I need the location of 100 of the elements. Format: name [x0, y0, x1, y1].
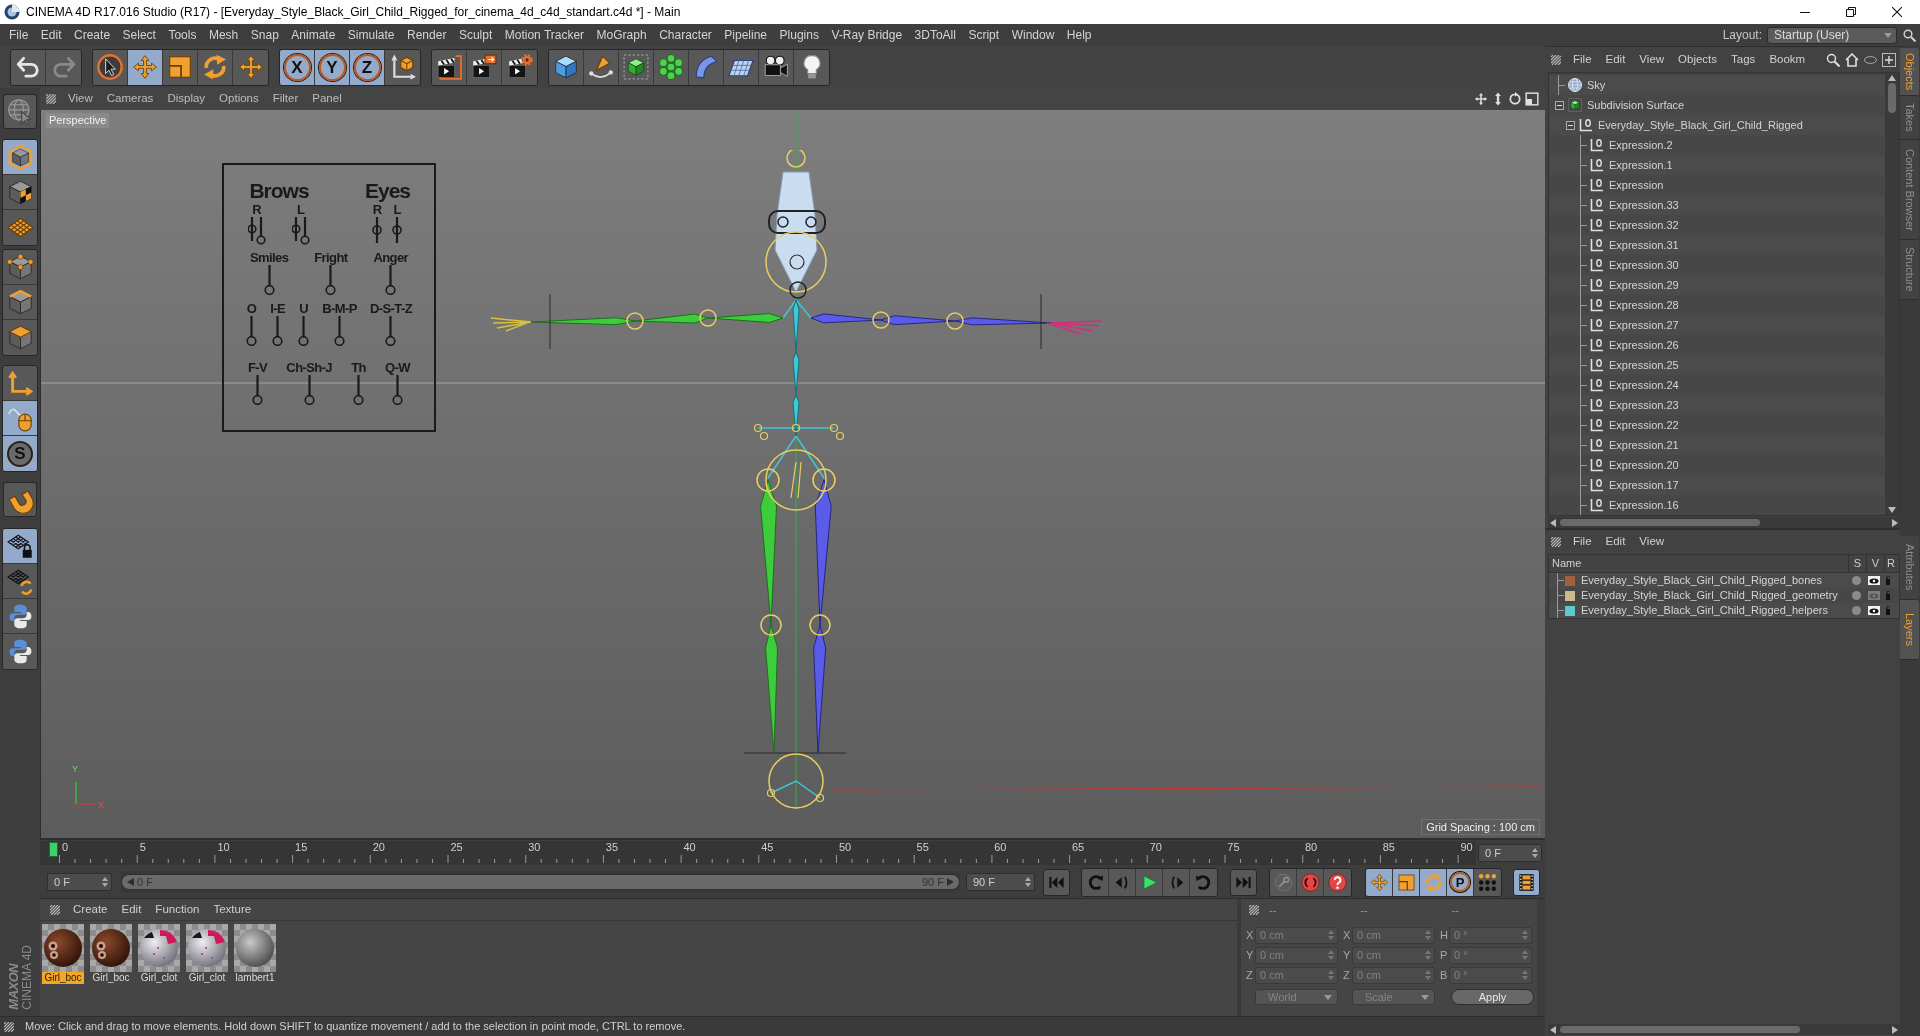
object-row[interactable]: Subdivision Surface — [1549, 95, 1885, 115]
soft-selection-button[interactable]: S — [3, 436, 37, 471]
menu-item[interactable]: Panel — [312, 90, 342, 108]
menu-item[interactable]: V-Ray Bridge — [831, 27, 903, 43]
python-button[interactable] — [3, 634, 37, 669]
object-row[interactable]: Expression.20 — [1549, 455, 1885, 475]
layer-row[interactable]: Everyday_Style_Black_Girl_Child_Rigged_helpers — [1549, 603, 1899, 618]
menu-item[interactable]: Create — [73, 900, 108, 919]
scrollbar-thumb[interactable] — [1888, 83, 1896, 113]
menu-item[interactable]: Character — [659, 27, 712, 43]
playhead-marker[interactable] — [49, 842, 58, 857]
object-row[interactable]: Expression.29 — [1549, 275, 1885, 295]
light-button[interactable] — [794, 49, 829, 85]
menu-item[interactable]: Tools — [168, 27, 197, 43]
undo-button[interactable] — [11, 49, 46, 85]
edges-button[interactable] — [3, 285, 37, 320]
object-row[interactable]: Expression.28 — [1549, 295, 1885, 315]
vertical-scrollbar[interactable] — [1885, 73, 1899, 515]
menu-item[interactable]: Display — [167, 90, 206, 108]
frame-field[interactable]: 0 F — [47, 873, 112, 891]
menu-item[interactable]: Edit — [40, 27, 62, 43]
menu-item[interactable]: Window — [1011, 27, 1055, 43]
menu-item[interactable]: Pipeline — [724, 27, 768, 43]
points-button[interactable] — [3, 250, 37, 285]
frame-field[interactable]: 0 F — [1478, 844, 1542, 862]
object-row[interactable]: Expression.22 — [1549, 415, 1885, 435]
cloner-button[interactable] — [654, 49, 689, 85]
column-header[interactable]: V — [1867, 554, 1885, 573]
globe-cursor-button[interactable] — [3, 94, 37, 129]
object-row[interactable]: Expression.2 — [1549, 135, 1885, 155]
menu-item[interactable]: File — [9, 27, 29, 43]
material-name[interactable]: Girl_boc — [90, 972, 132, 984]
cube-button[interactable] — [549, 49, 584, 85]
menu-item[interactable]: Tags — [1731, 50, 1756, 69]
menu-item[interactable]: Snap — [250, 27, 279, 43]
loop-back-button[interactable] — [1082, 868, 1109, 896]
eye-icon[interactable] — [1868, 576, 1880, 585]
layer-row[interactable]: Everyday_Style_Black_Girl_Child_Rigged_geometry — [1549, 588, 1899, 603]
object-row[interactable]: Expression.27 — [1549, 315, 1885, 335]
material-name[interactable]: Girl_clot — [138, 972, 180, 984]
column-header[interactable]: R — [1885, 554, 1893, 573]
menu-item[interactable]: Animate — [291, 27, 336, 43]
object-row[interactable]: Expression.17 — [1549, 475, 1885, 495]
bend-button[interactable] — [689, 49, 724, 85]
loop-forward-button[interactable] — [1190, 868, 1217, 896]
frame-field[interactable]: 90 F — [966, 873, 1035, 891]
grid-lock-button[interactable] — [3, 529, 37, 564]
menu-item[interactable]: File — [1573, 533, 1592, 551]
menu-item[interactable]: Select — [122, 27, 156, 43]
menu-item[interactable]: 3DToAll — [914, 27, 956, 43]
material-name[interactable]: lambert1 — [234, 972, 276, 984]
menu-item[interactable]: Render — [407, 27, 447, 43]
rotate-button[interactable] — [1420, 868, 1447, 896]
coordinate-system-button[interactable] — [385, 49, 420, 85]
workplane-button[interactable] — [3, 210, 37, 245]
menu-item[interactable]: Texture — [213, 900, 252, 919]
horizontal-scrollbar[interactable] — [1548, 517, 1900, 528]
ellipse-icon[interactable] — [1864, 55, 1877, 64]
menu-item[interactable]: Filter — [272, 90, 299, 108]
floor-button[interactable] — [724, 49, 759, 85]
polygons-button[interactable] — [3, 320, 37, 355]
object-row[interactable]: Sky — [1549, 75, 1885, 95]
timeline-button[interactable] — [1513, 868, 1540, 896]
column-header[interactable]: S — [1849, 554, 1867, 573]
rotate-button[interactable] — [198, 49, 233, 85]
menu-item[interactable]: MoGraph — [596, 27, 647, 43]
side-tab[interactable]: Objects — [1900, 48, 1919, 96]
live-select-button[interactable] — [93, 49, 128, 85]
home-icon[interactable] — [1845, 52, 1859, 67]
menu-item[interactable]: Edit — [1605, 50, 1626, 69]
menu-item[interactable]: Objects — [1678, 50, 1718, 69]
layout-dropdown[interactable]: Startup (User) — [1767, 26, 1897, 44]
record-button[interactable] — [1297, 868, 1324, 896]
render-view-button[interactable] — [432, 49, 467, 85]
timeline-ruler[interactable]: 0 5 10 15 20 25 30 35 40 45 50 55 60 65 70 75 80 85 90 — [40, 841, 1476, 865]
dot-icon[interactable] — [1852, 606, 1861, 615]
dot-icon[interactable] — [1852, 591, 1861, 600]
menu-item[interactable]: Sculpt — [458, 27, 493, 43]
recent-move-button[interactable] — [233, 49, 268, 85]
object-row[interactable]: Expression.1 — [1549, 155, 1885, 175]
object-row[interactable]: Expression.24 — [1549, 375, 1885, 395]
pen-button[interactable] — [584, 49, 619, 85]
move-button[interactable] — [128, 49, 163, 85]
column-header[interactable]: Name — [1549, 554, 1849, 573]
object-row[interactable]: Expression.25 — [1549, 355, 1885, 375]
dot-icon[interactable] — [1852, 576, 1861, 585]
maximize-icon[interactable] — [1525, 92, 1539, 106]
point-level-button[interactable] — [1474, 868, 1501, 896]
texture-button[interactable] — [3, 175, 37, 210]
object-row[interactable]: Everyday_Style_Black_Girl_Child_Rigged — [1549, 115, 1885, 135]
axis-lock-button[interactable]: Y — [315, 49, 350, 85]
menu-item[interactable]: Plugins — [779, 27, 819, 43]
menu-item[interactable]: View — [68, 90, 93, 108]
right-arrow-icon[interactable] — [947, 878, 954, 886]
scrollbar-thumb[interactable] — [1560, 1026, 1800, 1033]
collapse-toggle-icon[interactable] — [1565, 120, 1575, 130]
search-icon[interactable] — [1826, 52, 1840, 67]
subdivision-button[interactable] — [619, 49, 654, 85]
menu-item[interactable]: Edit — [121, 900, 142, 919]
render-settings-button[interactable] — [502, 49, 537, 85]
